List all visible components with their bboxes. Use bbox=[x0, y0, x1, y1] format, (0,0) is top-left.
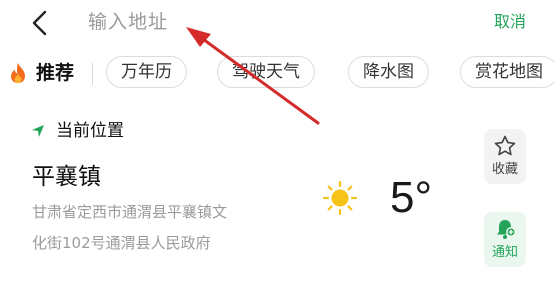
chip-flower-map[interactable]: 赏花地图 bbox=[460, 56, 554, 88]
address-line-2: 化街102号通渭县人民政府 bbox=[32, 234, 211, 252]
divider bbox=[92, 63, 93, 85]
recommend-bar: 推荐 万年历 驾驶天气 降水图 赏花地图 bbox=[0, 52, 554, 94]
chip-precipitation-map[interactable]: 降水图 bbox=[348, 56, 429, 88]
favorite-label: 收藏 bbox=[491, 162, 518, 177]
notify-button[interactable]: 通知 bbox=[484, 212, 526, 267]
search-input[interactable]: 输入地址 bbox=[88, 10, 168, 34]
bell-plus-icon bbox=[497, 220, 516, 239]
current-location-label: 当前位置 bbox=[56, 121, 124, 141]
sun-icon bbox=[322, 180, 358, 216]
location-name[interactable]: 平襄镇 bbox=[32, 162, 101, 192]
chip-calendar[interactable]: 万年历 bbox=[106, 56, 187, 88]
temperature: 5° bbox=[390, 173, 433, 222]
back-arrow-icon[interactable] bbox=[28, 8, 52, 38]
location-arrow-icon bbox=[32, 125, 44, 137]
flame-icon bbox=[11, 63, 25, 83]
recommend-label: 推荐 bbox=[36, 62, 75, 84]
cancel-button[interactable]: 取消 bbox=[494, 11, 526, 33]
notify-label: 通知 bbox=[491, 245, 518, 260]
address-line-1: 甘肃省定西市通渭县平襄镇文 bbox=[32, 203, 228, 221]
star-icon bbox=[494, 135, 516, 156]
chip-driving-weather[interactable]: 驾驶天气 bbox=[217, 56, 315, 88]
favorite-button[interactable]: 收藏 bbox=[484, 129, 526, 184]
